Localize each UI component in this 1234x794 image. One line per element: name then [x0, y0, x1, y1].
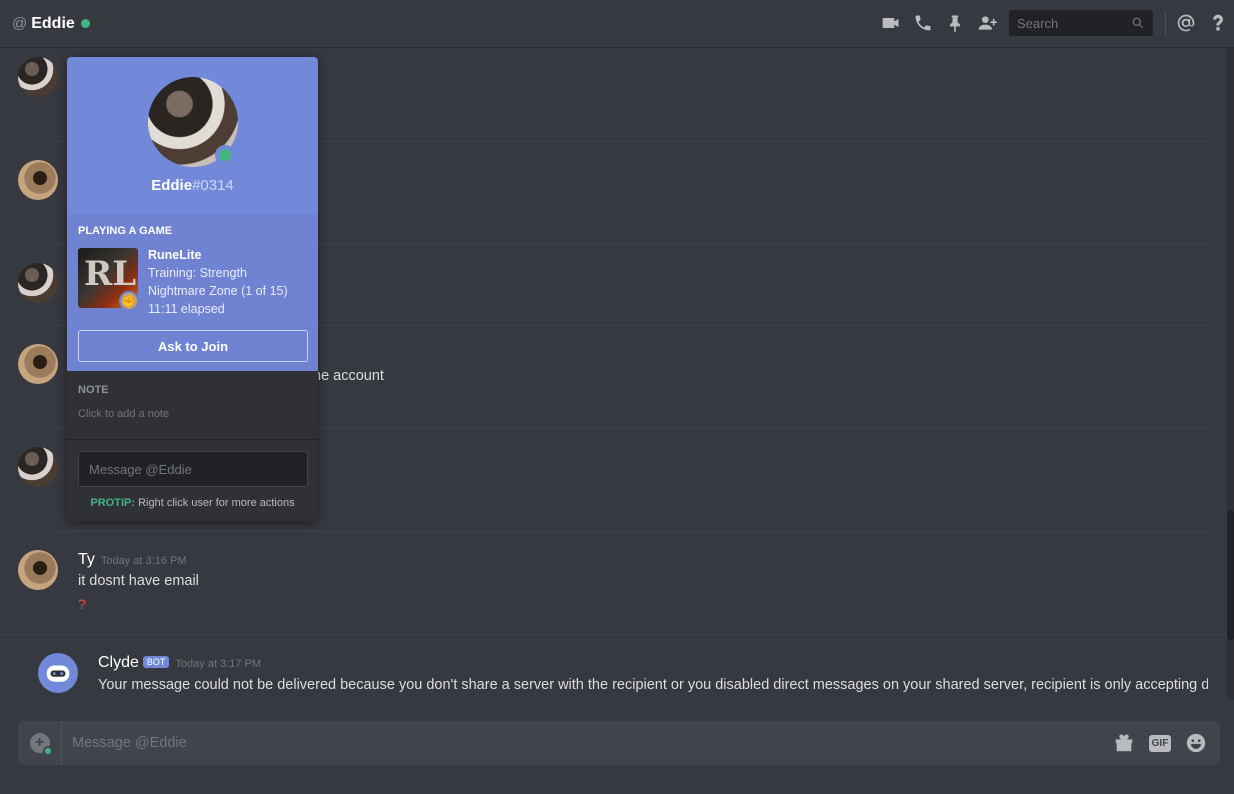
message-divider [58, 531, 1206, 532]
popout-username: Eddie#0314 [67, 177, 318, 194]
message-divider [0, 634, 1226, 635]
game-title: RuneLite [148, 248, 202, 262]
protip-text: Right click user for more actions [138, 497, 295, 509]
message-author: Ty Today at 3:16 PM [78, 551, 187, 569]
upload-button[interactable]: + [18, 721, 62, 765]
author-name[interactable]: Clyde [98, 654, 139, 671]
message-scrollbar[interactable] [1227, 48, 1234, 700]
message-composer: + GIF [18, 721, 1220, 765]
avatar[interactable] [18, 447, 58, 487]
phone-icon[interactable] [907, 7, 939, 39]
avatar[interactable] [18, 344, 58, 384]
user-popout: Eddie#0314 PLAYING A GAME RL ✊ RuneLite … [67, 57, 318, 521]
emoji-button[interactable] [1178, 721, 1214, 765]
ask-to-join-button[interactable]: Ask to Join [78, 330, 308, 362]
note-input[interactable]: Click to add a note [78, 408, 169, 420]
message-text: it dosnt have email [78, 573, 199, 589]
discriminator: #0314 [192, 177, 234, 194]
message-text: Your message could not be delivered beca… [98, 677, 1208, 693]
game-logo: RL [84, 254, 137, 294]
protip: PROTIP: Right click user for more action… [67, 497, 318, 509]
bot-badge: BOT [142, 656, 170, 668]
activity-state: Nightmare Zone (1 of 15) [148, 284, 288, 298]
plus-icon: + [29, 733, 53, 756]
mentions-icon[interactable] [1170, 7, 1202, 39]
message-input[interactable] [62, 721, 1106, 765]
channel-header: @ Eddie [0, 0, 1234, 48]
message-timestamp: Today at 3:16 PM [100, 555, 187, 567]
protip-label: PROTIP: [90, 497, 136, 509]
activity-badge-icon [42, 746, 53, 756]
search-box[interactable] [1009, 10, 1153, 36]
header-toolbar [875, 0, 1234, 46]
message-author: Clyde BOT Today at 3:17 PM [98, 654, 261, 672]
username[interactable]: Eddie [151, 177, 192, 194]
video-call-icon[interactable] [875, 7, 907, 39]
gif-button[interactable]: GIF [1142, 721, 1178, 765]
robot-icon [46, 665, 70, 682]
popout-header: Eddie#0314 [67, 57, 318, 214]
search-input[interactable] [1017, 15, 1131, 31]
activity-details: Training: Strength [148, 266, 247, 280]
header-divider [1165, 11, 1166, 35]
avatar[interactable] [18, 160, 58, 200]
avatar[interactable] [18, 263, 58, 303]
message-timestamp: Today at 3:17 PM [175, 658, 262, 670]
note-header: NOTE [78, 384, 109, 396]
failed-message-icon: ? [78, 596, 86, 612]
avatar[interactable] [18, 550, 58, 590]
scrollbar-thumb[interactable] [1227, 510, 1234, 640]
author-name[interactable]: Ty [78, 551, 95, 568]
online-status-icon [80, 19, 90, 28]
avatar[interactable] [18, 57, 58, 97]
help-icon[interactable] [1202, 7, 1234, 39]
strength-skill-icon: ✊ [119, 291, 139, 311]
activity-header: PLAYING A GAME [78, 225, 173, 237]
popout-message-input[interactable] [78, 451, 308, 487]
popout-message-section: PROTIP: Right click user for more action… [67, 439, 318, 521]
gift-icon [1115, 734, 1133, 752]
at-icon: @ [12, 15, 28, 32]
search-icon [1132, 17, 1144, 29]
gift-button[interactable] [1106, 721, 1142, 765]
activity-elapsed: 11:11 elapsed [148, 302, 225, 316]
channel-title[interactable]: Eddie [31, 15, 75, 33]
clyde-avatar[interactable] [38, 653, 78, 693]
emoji-icon [1186, 733, 1206, 753]
gif-icon: GIF [1148, 734, 1172, 752]
online-status-icon [215, 145, 235, 165]
add-friend-icon[interactable] [971, 7, 1003, 39]
note-section: NOTE Click to add a note [67, 371, 318, 439]
message-text: ne account [313, 368, 384, 384]
pin-icon[interactable] [939, 7, 971, 39]
